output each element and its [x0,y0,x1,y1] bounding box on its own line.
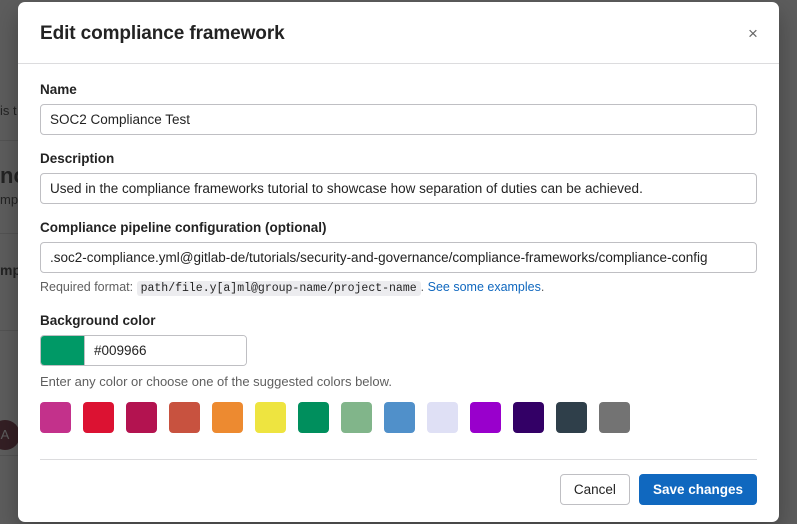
modal-title: Edit compliance framework [40,23,285,44]
color-swatch[interactable] [599,402,630,433]
color-swatch[interactable] [298,402,329,433]
color-swatch[interactable] [212,402,243,433]
pipeline-format-code: path/file.y[a]ml@group-name/project-name [136,281,421,296]
modal-footer: Cancel Save changes [18,459,779,522]
modal-header: Edit compliance framework × [18,2,779,63]
pipeline-format-help-suffix: . [540,280,545,294]
pipeline-configuration-label: Compliance pipeline configuration (optio… [40,220,327,235]
color-swatch[interactable] [384,402,415,433]
color-swatch[interactable] [40,402,71,433]
color-preview-swatch[interactable] [41,336,85,365]
color-swatch[interactable] [83,402,114,433]
background-color-hint: Enter any color or choose one of the sug… [40,374,392,389]
save-changes-button[interactable]: Save changes [638,474,757,505]
pipeline-configuration-field-group: Compliance pipeline configuration (optio… [40,219,757,297]
color-swatch[interactable] [513,402,544,433]
close-icon[interactable]: × [741,22,765,46]
name-input[interactable] [40,104,757,135]
pipeline-configuration-input[interactable] [40,242,757,273]
modal-body: Name Description Compliance pipeline con… [18,64,779,459]
color-swatch[interactable] [341,402,372,433]
background-color-input-wrap [40,335,247,366]
color-swatch[interactable] [169,402,200,433]
background-color-input[interactable] [85,336,246,365]
color-swatch[interactable] [556,402,587,433]
background-color-field-group: Background color Enter any color or choo… [40,312,757,433]
description-label: Description [40,151,115,166]
footer-actions: Cancel Save changes [40,460,757,522]
pipeline-format-help-prefix: Required format: [40,280,134,294]
color-swatch[interactable] [427,402,458,433]
suggested-color-swatches [40,402,757,433]
color-swatch[interactable] [255,402,286,433]
description-input[interactable] [40,173,757,204]
edit-compliance-framework-modal: Edit compliance framework × Name Descrip… [18,2,779,522]
background-color-label: Background color [40,313,156,328]
pipeline-format-separator: . [420,280,425,294]
name-field-group: Name [40,81,757,135]
cancel-button[interactable]: Cancel [559,474,630,505]
pipeline-format-help: Required format: path/file.y[a]ml@group-… [40,279,757,297]
color-swatch[interactable] [126,402,157,433]
color-swatch[interactable] [470,402,501,433]
name-label: Name [40,82,77,97]
see-some-examples-link[interactable]: See some examples [428,280,541,294]
description-field-group: Description [40,150,757,204]
